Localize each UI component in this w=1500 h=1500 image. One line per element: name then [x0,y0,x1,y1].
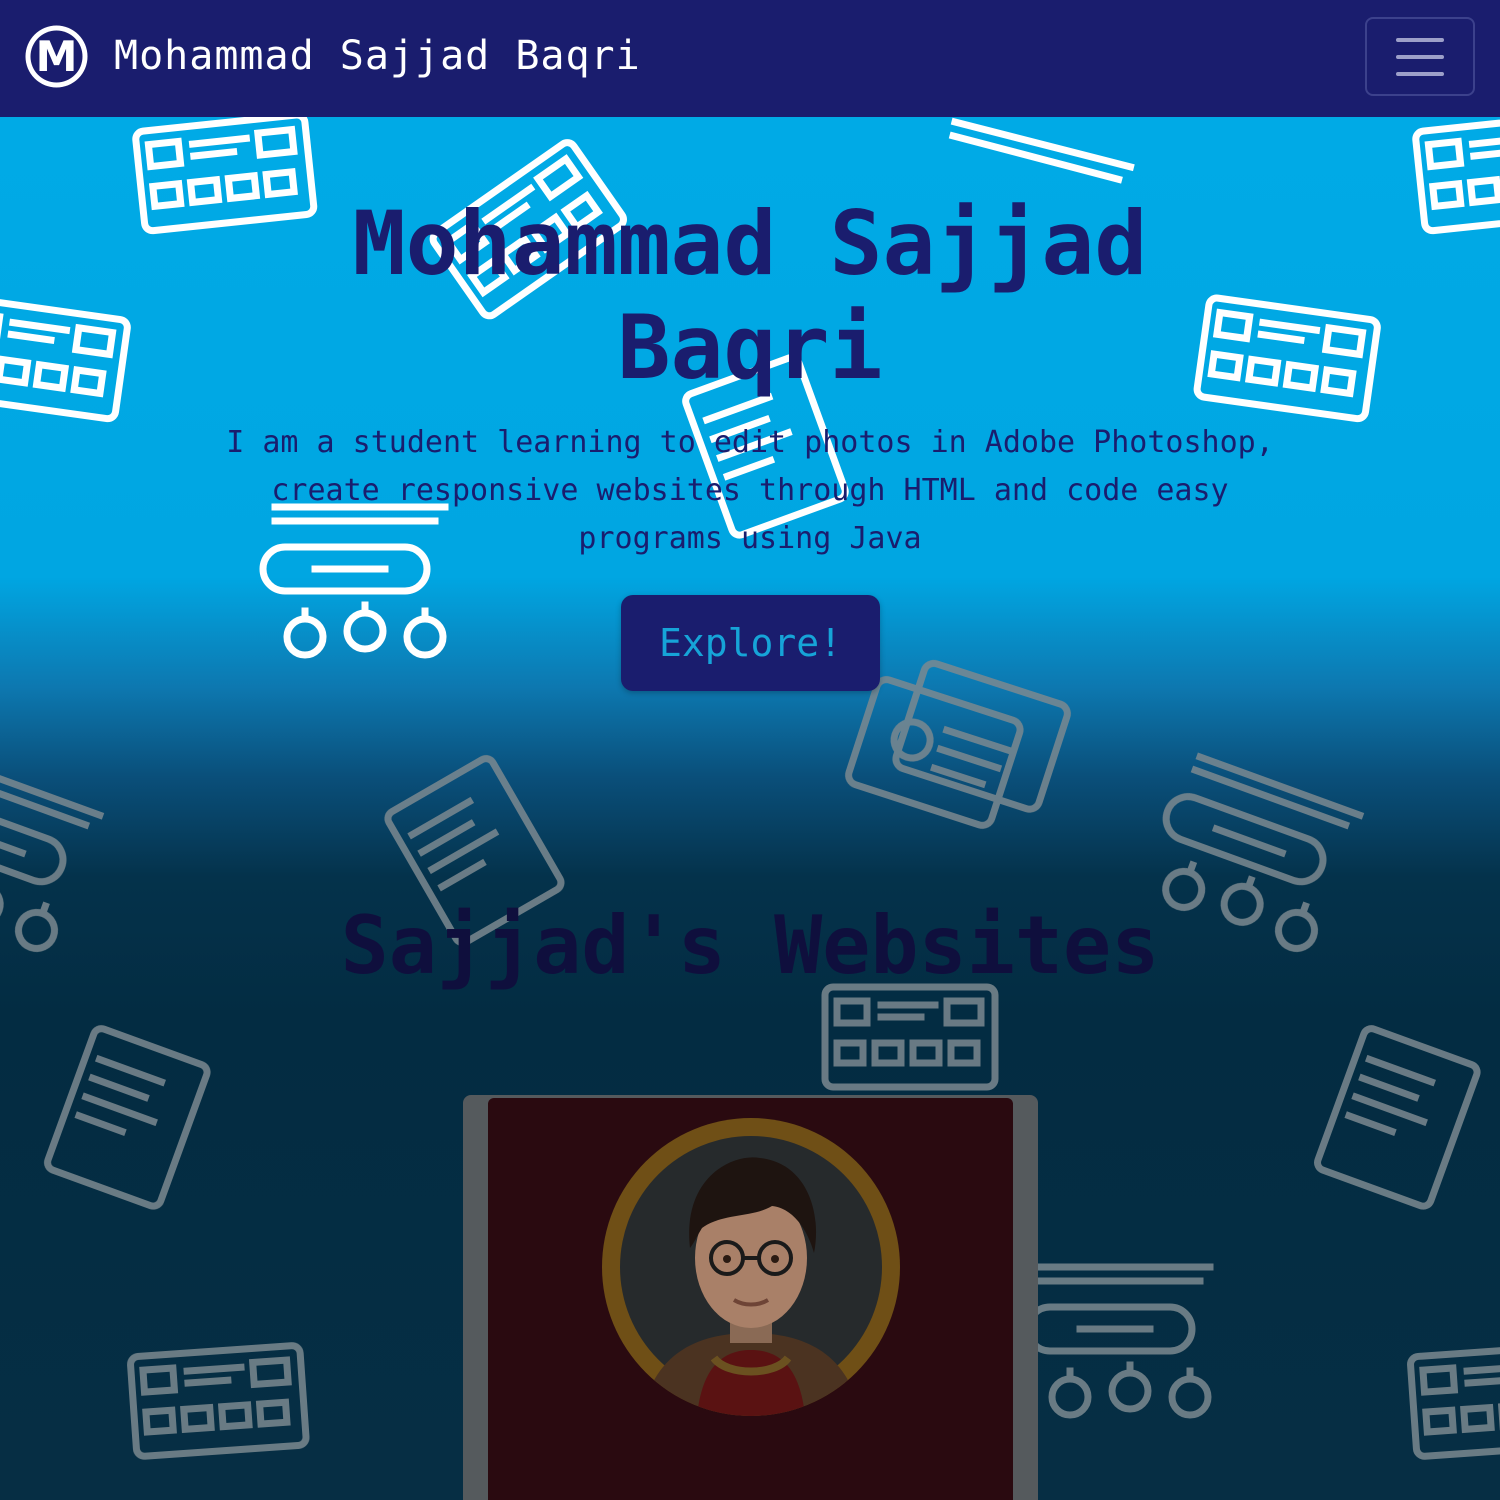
profile-photo [602,1118,900,1416]
logo-icon: M [25,25,88,88]
hero-title: Mohammad Sajjad Baqri [352,192,1148,399]
websites-section-title: Sajjad's Websites [340,899,1160,992]
explore-button[interactable]: Explore! [621,595,880,691]
hamburger-menu-icon [1396,71,1444,76]
brand-link[interactable]: M Mohammad Sajjad Baqri [24,24,641,89]
navbar: M Mohammad Sajjad Baqri [0,0,1500,117]
svg-text:M: M [36,32,78,81]
hero-subtitle: I am a student learning to edit photos i… [226,425,1274,556]
hamburger-menu-icon [1396,37,1444,42]
hamburger-menu-icon [1396,54,1444,59]
menu-toggle-button[interactable] [1365,17,1475,96]
brand-name: Mohammad Sajjad Baqri [114,33,641,79]
profile-photo-image [620,1136,882,1416]
